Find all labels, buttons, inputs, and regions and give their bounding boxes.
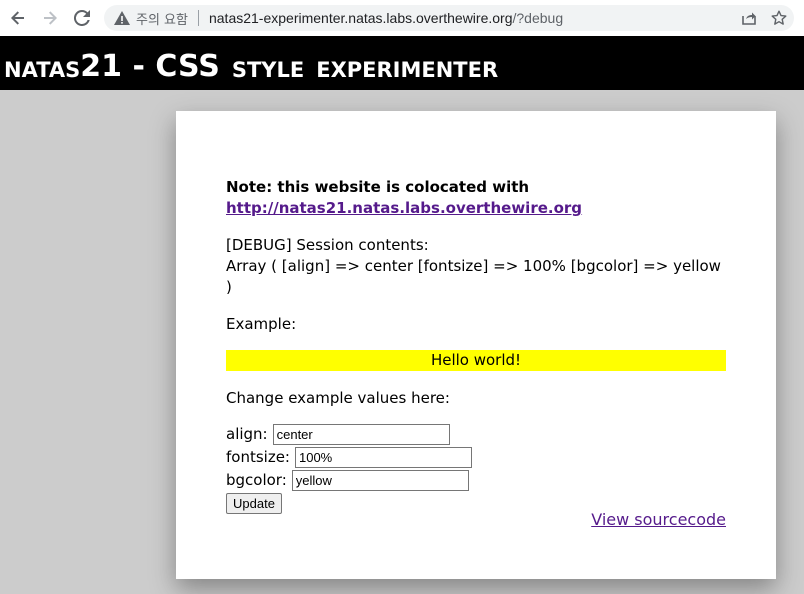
header-css: CSS <box>155 49 220 84</box>
reload-button[interactable] <box>66 0 98 36</box>
url-path: /?debug <box>512 10 564 26</box>
bgcolor-row: bgcolor: <box>226 469 726 492</box>
fontsize-input[interactable] <box>294 447 472 468</box>
debug-output: [DEBUG] Session contents: Array ( [align… <box>226 235 726 298</box>
star-icon[interactable] <box>764 5 794 31</box>
header-natas: NATAS <box>4 58 81 82</box>
header-experimenter: EXPERIMENTER <box>316 58 499 82</box>
forward-button[interactable] <box>34 0 66 36</box>
forward-arrow-icon <box>44 11 57 25</box>
debug-line-2: Array ( [align] => center [fontsize] => … <box>226 257 721 296</box>
debug-line-1: [DEBUG] Session contents: <box>226 236 429 254</box>
bgcolor-input[interactable] <box>291 470 469 491</box>
page-header: NATAS 21 - CSS STYLE EXPERIMENTER <box>0 36 804 90</box>
align-label: align: <box>226 425 268 443</box>
example-label: Example: <box>226 315 297 333</box>
style-form: align: fontsize: bgcolor: Update <box>226 423 726 514</box>
align-input[interactable] <box>272 424 450 445</box>
header-level-number: 21 <box>80 49 123 84</box>
header-dash: - <box>122 49 156 84</box>
change-values-label: Change example values here: <box>226 389 450 407</box>
content-area: Note: this website is colocated with htt… <box>226 177 726 514</box>
colocation-note: Note: this website is colocated with htt… <box>226 177 726 219</box>
hello-world-example: Hello world! <box>226 350 726 371</box>
back-arrow-icon <box>11 11 24 25</box>
warning-triangle-icon[interactable] <box>114 10 130 26</box>
header-style: STYLE <box>231 58 305 82</box>
back-button[interactable] <box>2 0 34 36</box>
url-host: natas21-experimenter.natas.labs.overthew… <box>208 10 513 26</box>
fontsize-row: fontsize: <box>226 446 726 469</box>
content-card: Note: this website is colocated with htt… <box>176 111 776 579</box>
fontsize-label: fontsize: <box>226 448 290 466</box>
view-sourcecode-link[interactable]: View sourcecode <box>591 510 726 529</box>
update-button[interactable]: Update <box>226 493 282 514</box>
divider <box>197 10 199 26</box>
browser-toolbar: 주의 요함 natas21-experimenter.natas.labs.ov… <box>0 0 804 36</box>
natas21-link[interactable]: http://natas21.natas.labs.overthewire.or… <box>226 199 582 217</box>
note-text: Note: this website is colocated with <box>226 178 530 196</box>
security-label[interactable]: 주의 요함 <box>136 9 188 28</box>
align-row: align: <box>226 423 726 446</box>
reload-icon <box>74 10 90 26</box>
url-text[interactable]: natas21-experimenter.natas.labs.overthew… <box>209 10 563 26</box>
bgcolor-label: bgcolor: <box>226 471 287 489</box>
share-icon[interactable] <box>734 5 764 31</box>
address-bar[interactable]: 주의 요함 natas21-experimenter.natas.labs.ov… <box>104 5 794 31</box>
